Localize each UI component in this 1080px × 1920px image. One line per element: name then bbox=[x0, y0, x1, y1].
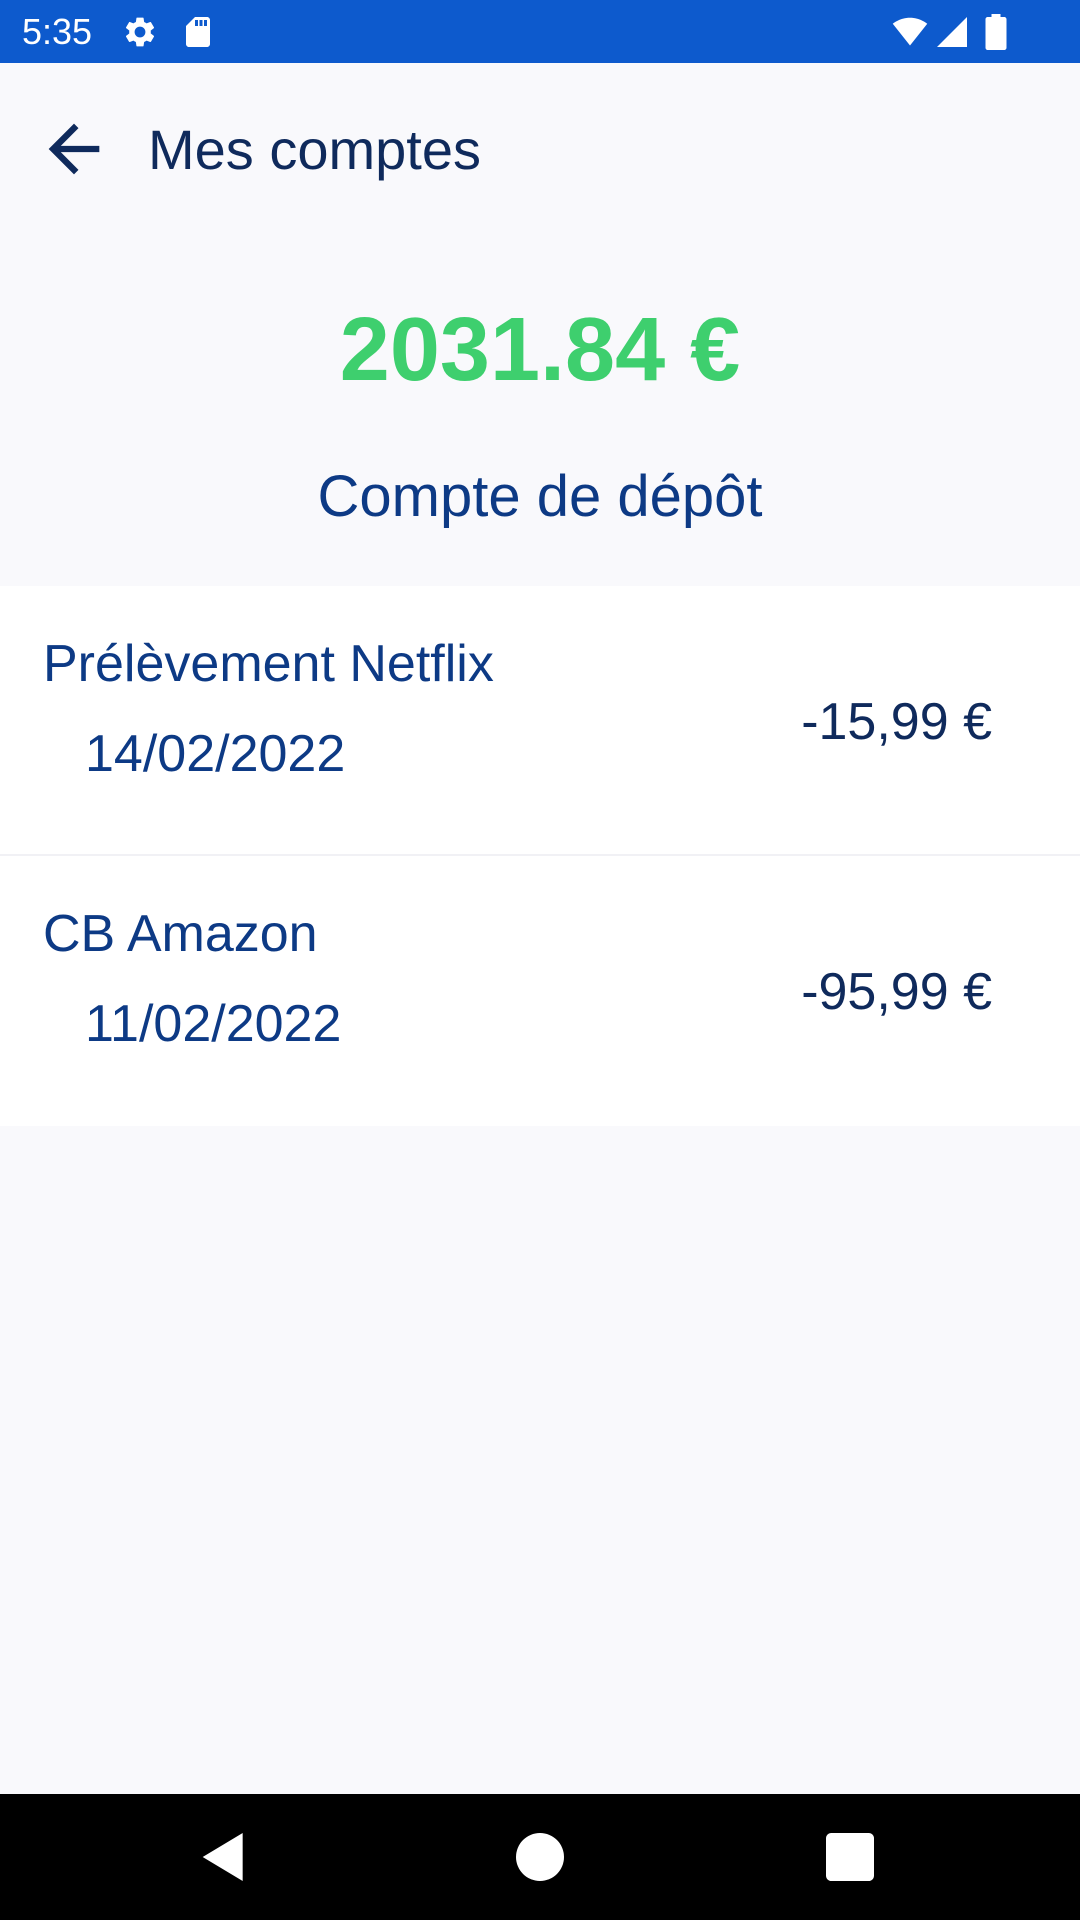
settings-icon bbox=[122, 14, 158, 50]
home-circle-icon bbox=[516, 1833, 564, 1881]
battery-icon bbox=[982, 14, 1010, 50]
transaction-amount: -95,99 € bbox=[801, 963, 992, 1021]
back-triangle-icon bbox=[202, 1833, 243, 1881]
recents-square-icon bbox=[826, 1833, 874, 1881]
status-bar: 5:35 bbox=[0, 0, 1080, 63]
cell-signal-icon bbox=[934, 14, 970, 50]
screen: 5:35 Mes comptes 2031.84 € Compte de dép… bbox=[0, 0, 1080, 1920]
transaction-item[interactable]: CB Amazon 11/02/2022 -95,99 € bbox=[0, 856, 1080, 1126]
transaction-list: Prélèvement Netflix 14/02/2022 -15,99 € … bbox=[0, 586, 1080, 1126]
account-name: Compte de dépôt bbox=[317, 464, 763, 529]
arrow-back-icon bbox=[48, 123, 100, 175]
app-bar: Mes comptes bbox=[0, 63, 1080, 233]
nav-recents-button[interactable] bbox=[818, 1825, 882, 1889]
navigation-bar bbox=[0, 1794, 1080, 1920]
status-time: 5:35 bbox=[22, 11, 93, 52]
transaction-date: 11/02/2022 bbox=[85, 995, 342, 1053]
sd-card-icon bbox=[180, 14, 216, 50]
transaction-item[interactable]: Prélèvement Netflix 14/02/2022 -15,99 € bbox=[0, 586, 1080, 856]
nav-back-button[interactable] bbox=[192, 1825, 256, 1889]
wifi-icon bbox=[890, 14, 930, 50]
back-button[interactable] bbox=[36, 111, 112, 187]
account-balance: 2031.84 € bbox=[339, 300, 741, 400]
transaction-label: CB Amazon bbox=[43, 905, 318, 963]
transaction-amount: -15,99 € bbox=[801, 693, 992, 751]
page-title: Mes comptes bbox=[148, 118, 481, 181]
transaction-date: 14/02/2022 bbox=[85, 725, 346, 783]
nav-home-button[interactable] bbox=[508, 1825, 572, 1889]
transaction-label: Prélèvement Netflix bbox=[43, 635, 494, 693]
